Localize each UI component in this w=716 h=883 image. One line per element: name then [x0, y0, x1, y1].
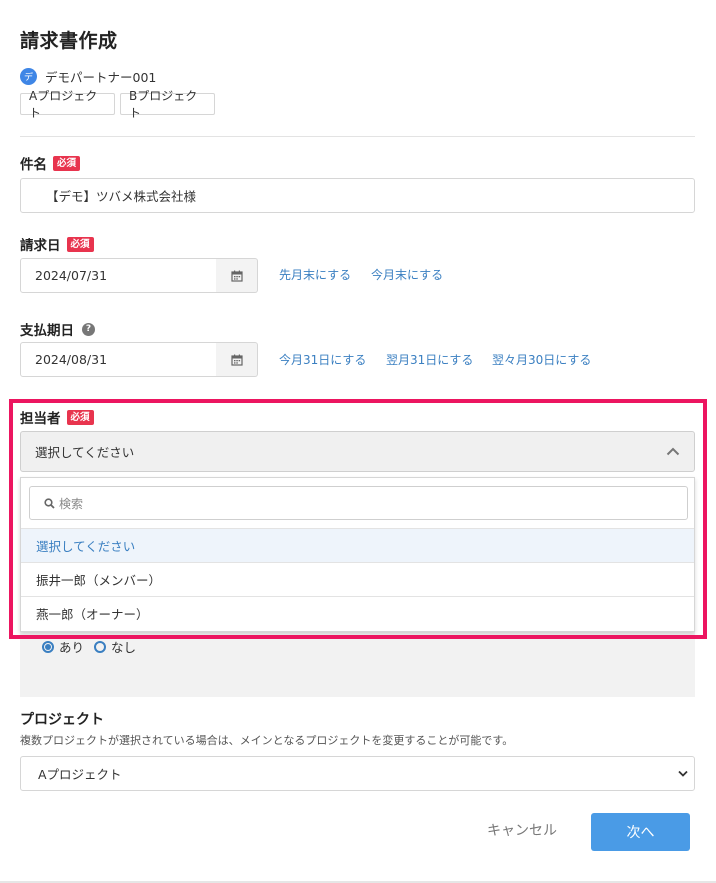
project-label: プロジェクト [20, 712, 104, 728]
subject-input[interactable]: 【デモ】ツバメ株式会社様 [20, 178, 695, 213]
radio-no-label: なし [111, 640, 137, 655]
invoice-date-calendar-button[interactable] [216, 258, 258, 293]
chevron-down-icon [678, 770, 688, 777]
due-date-label-text: 支払期日 [20, 323, 74, 339]
due-date-calendar-button[interactable] [216, 342, 258, 377]
project-select-value: Aプロジェクト [38, 767, 122, 782]
required-badge: 必須 [53, 155, 81, 171]
radio-no[interactable] [94, 640, 107, 653]
radio-yes[interactable] [42, 640, 54, 653]
calendar-icon [230, 270, 243, 282]
partner-info: デ デモパートナー001 [20, 67, 156, 86]
set-this-month-end-link[interactable]: 今月末にする [371, 266, 443, 283]
help-icon[interactable]: ? [82, 322, 95, 336]
divider [20, 136, 695, 137]
due-date-label: 支払期日 ? [20, 319, 95, 339]
required-badge: 必須 [66, 236, 94, 252]
project-select[interactable]: Aプロジェクト [20, 756, 695, 791]
subject-label-text: 件名 [20, 157, 47, 173]
calendar-icon [230, 354, 243, 366]
due-date-input[interactable]: 2024/08/31 [20, 342, 217, 377]
project-tag-b: Bプロジェクト [120, 89, 215, 120]
project-tag-a: Aプロジェクト [20, 89, 115, 120]
partner-avatar-icon: デ [20, 68, 37, 85]
options-panel: あり なし [20, 632, 695, 697]
subject-label: 件名 必須 [20, 153, 81, 173]
set-next-month-31-link[interactable]: 翌月31日にする [386, 351, 473, 368]
set-this-month-31-link[interactable]: 今月31日にする [279, 351, 366, 368]
highlight-box [9, 399, 707, 639]
radio-yes-label: あり [59, 640, 85, 655]
page-title: 請求書作成 [20, 30, 118, 52]
partner-name: デモパートナー001 [45, 70, 157, 85]
next-button[interactable]: 次へ [591, 813, 690, 851]
invoice-date-label: 請求日 必須 [20, 234, 94, 254]
invoice-date-label-text: 請求日 [20, 238, 61, 254]
invoice-date-input[interactable]: 2024/07/31 [20, 258, 217, 293]
set-last-month-end-link[interactable]: 先月末にする [279, 266, 351, 283]
project-hint: 複数プロジェクトが選択されている場合は、メインとなるプロジェクトを変更することが… [20, 734, 514, 747]
set-month-after-next-30-link[interactable]: 翌々月30日にする [492, 351, 591, 368]
cancel-button[interactable]: キャンセル [487, 820, 557, 840]
